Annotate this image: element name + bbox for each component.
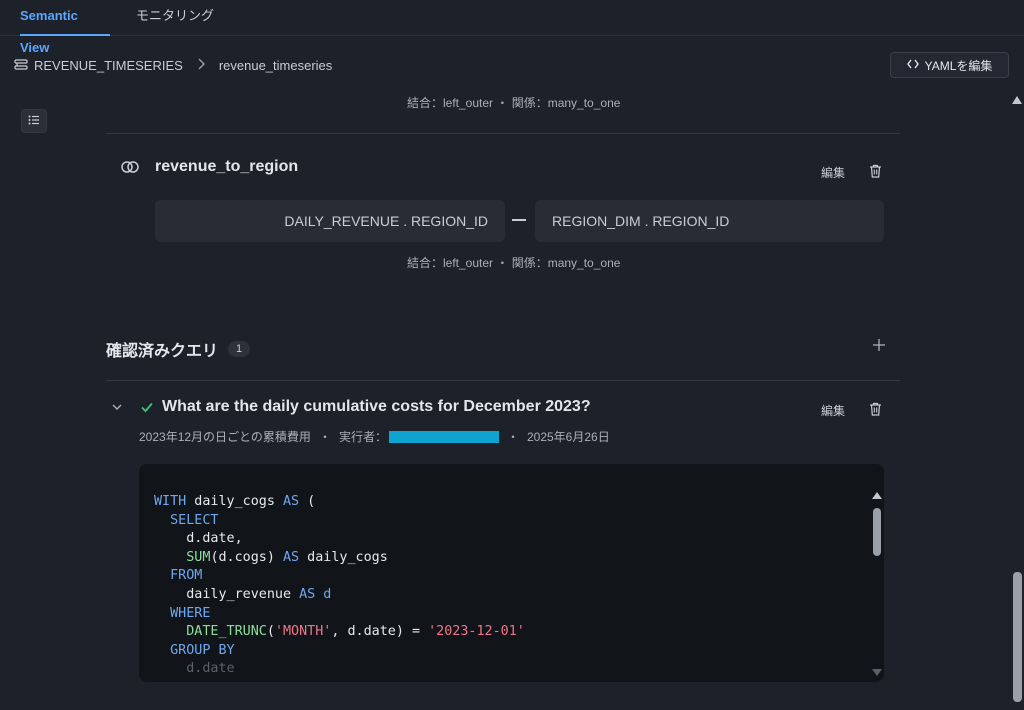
verified-queries-count-badge: 1 [228,341,251,357]
verified-queries-title: 確認済みクエリ [106,343,219,360]
plus-icon [873,339,885,351]
verified-query-edit-button[interactable]: 編集 [821,402,845,419]
edit-yaml-button[interactable]: YAMLを編集 [890,52,1009,78]
trash-icon[interactable] [869,164,883,178]
breadcrumb-view-name: revenue_timeseries [218,57,333,73]
scroll-down-arrow-icon[interactable] [872,669,882,676]
top-tab-bar: Semantic View モニタリング [0,0,1024,55]
sql-token: d.date [186,661,235,677]
breadcrumb: REVENUE_TIMESERIES revenue_timeseries [14,52,332,78]
sql-token: daily_cogs [186,494,283,509]
verified-query-meta: 2023年12月の日ごとの累積費用 ・ 実行者： ・ 2025年6月26日 [139,428,610,445]
sql-token: AS [299,586,316,602]
verified-query-description: 2023年12月の日ごとの累積費用 [139,430,311,444]
edit-yaml-label: YAMLを編集 [924,58,993,73]
right-field-label: REGION_DIM . REGION_ID [552,213,730,229]
page-scrollbar[interactable] [1011,96,1023,710]
sql-code: WITH daily_cogs AS ( SELECT d.date, SUM(… [154,493,525,679]
sql-token: daily_cogs [299,549,388,565]
sql-token: FROM [170,568,203,584]
relationship-header: revenue_to_region [121,158,298,176]
trash-icon[interactable] [869,402,883,416]
sql-token: 'MONTH' [274,624,332,640]
list-icon [28,112,40,130]
sql-token: SELECT [170,512,219,528]
separator-dot: ・ [318,430,331,444]
separator-dot: ・ [506,430,519,444]
chevron-down-icon[interactable] [110,400,124,414]
relationship-edit-button[interactable]: 編集 [821,164,845,181]
verified-queries-header: 確認済みクエリ 1 [106,337,251,361]
sql-token: SUM [186,549,211,565]
sql-token: daily_revenue [186,586,300,602]
sql-token: WHERE [170,605,211,621]
chevron-right-icon [197,57,205,73]
sql-code-panel[interactable]: WITH daily_cogs AS ( SELECT d.date, SUM(… [139,464,884,682]
link-rings-icon [121,161,139,173]
sql-token: ( [299,494,316,509]
left-field-label: DAILY_REVENUE . REGION_ID [284,213,488,229]
relationship-connector [512,219,526,221]
sql-token: WITH [154,494,187,509]
sql-token: DATE_TRUNC [186,624,267,640]
verified-query-question[interactable]: What are the daily cumulative costs for … [162,398,591,416]
sql-token: d.date, [186,531,243,547]
check-icon [140,400,154,414]
tab-monitoring[interactable]: モニタリング [136,0,214,36]
sql-token: '2023-12-01' [428,624,525,640]
relationship-meta: 結合：left_outer ・ 関係：many_to_one [407,256,621,270]
outline-toggle-button[interactable] [21,109,47,133]
tab-semantic-view[interactable]: Semantic View [20,0,110,55]
divider [106,133,900,134]
relationship-left-field: DAILY_REVENUE . REGION_ID [155,200,505,242]
scroll-up-arrow-icon[interactable] [1012,96,1022,104]
sql-token: GROUP BY [170,642,235,658]
redacted-user-name [388,430,499,443]
add-verified-query-button[interactable] [871,337,887,353]
relationship-name: revenue_to_region [155,158,299,175]
sql-token: ( [266,624,275,640]
code-scrollbar[interactable] [872,492,882,676]
code-brackets-icon [906,58,919,72]
sql-token: AS [283,494,300,509]
sql-token: AS [283,549,300,565]
scroll-up-arrow-icon[interactable] [872,492,882,499]
sql-token: , d.date) = [331,624,429,640]
sql-token: d [315,586,332,602]
prev-relationship-meta: 結合：left_outer ・ 関係：many_to_one [407,96,621,110]
divider [106,380,900,381]
relationship-right-field: REGION_DIM . REGION_ID [535,200,884,242]
verified-query-header: What are the daily cumulative costs for … [110,398,591,416]
sql-token: (d.cogs) [210,549,283,565]
code-scrollbar-thumb[interactable] [873,508,881,556]
breadcrumb-model-name[interactable]: REVENUE_TIMESERIES [34,58,183,73]
semantic-model-icon [14,58,28,72]
verified-query-date: 2025年6月26日 [526,430,610,444]
verified-query-executor-label: 実行者： [338,430,387,444]
page-scrollbar-thumb[interactable] [1013,572,1022,702]
